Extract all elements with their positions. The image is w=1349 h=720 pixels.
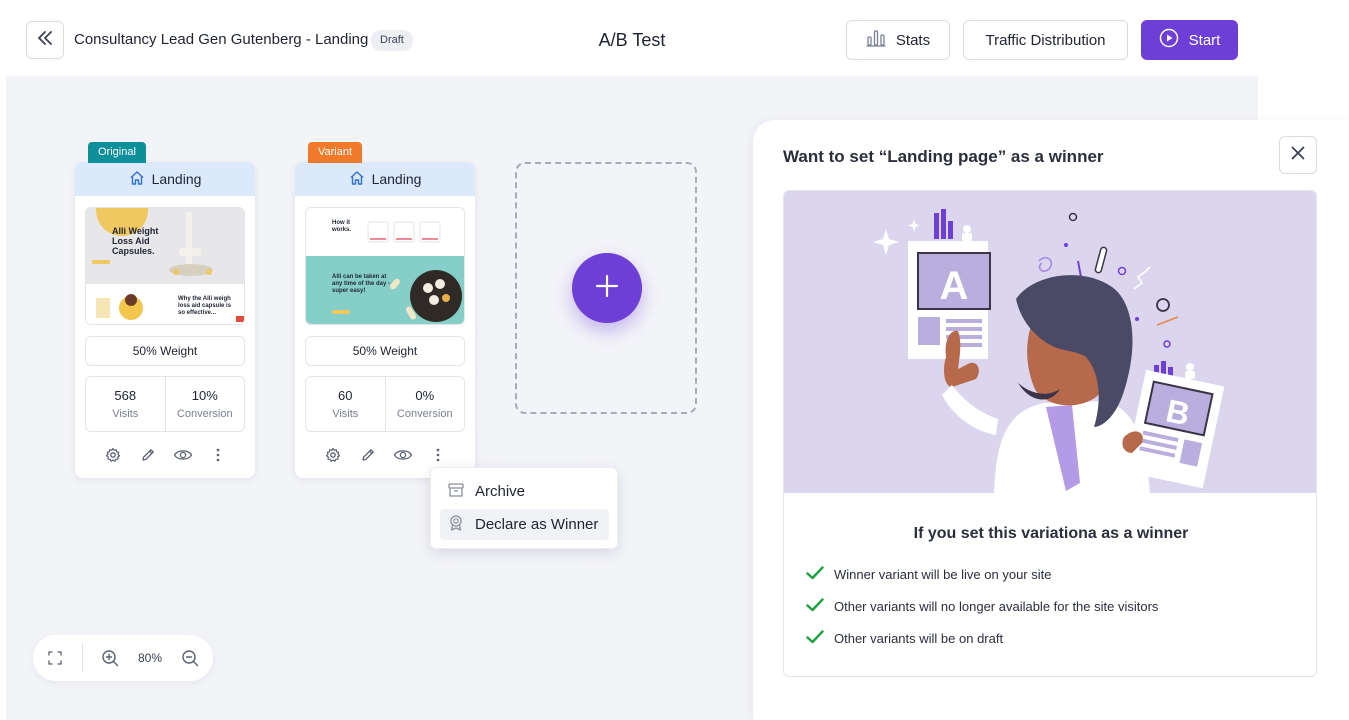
visits-metric: 60 Visits (306, 377, 385, 431)
metrics-box: 60 Visits 0% Conversion (305, 376, 465, 432)
page-thumbnail[interactable]: Alli Weight Loss Aid Capsules. Why the A… (85, 207, 245, 325)
card-title: Landing (371, 171, 422, 187)
conversion-metric: 10% Conversion (164, 377, 245, 431)
conversion-label: Conversion (176, 408, 233, 420)
pencil-icon[interactable] (358, 445, 378, 465)
card-actions (295, 444, 475, 466)
conversion-value: 10% (191, 388, 218, 403)
eye-icon[interactable] (173, 445, 193, 465)
home-icon (129, 170, 145, 189)
menu-item-declare-winner[interactable]: Declare as Winner (440, 509, 609, 540)
declare-winner-label: Declare as Winner (475, 516, 599, 533)
gear-icon[interactable] (323, 445, 343, 465)
gear-icon[interactable] (103, 445, 123, 465)
panel-title: Want to set “Landing page” as a winner (783, 147, 1104, 166)
home-icon (349, 170, 365, 189)
archive-icon (447, 481, 465, 503)
card-header: Landing (75, 162, 255, 196)
award-icon (447, 514, 465, 536)
ab-test-illustration: A B (784, 191, 1316, 493)
menu-item-archive[interactable]: Archive (440, 476, 609, 507)
check-icon (806, 630, 824, 647)
traffic-distribution-button[interactable]: Traffic Distribution (963, 20, 1128, 60)
declare-winner-panel: Want to set “Landing page” as a winner A… (753, 120, 1349, 720)
visits-value: 60 (338, 388, 353, 403)
card-header: Landing (295, 162, 475, 196)
plus-icon (595, 274, 619, 303)
card-actions (75, 444, 255, 466)
visits-metric: 568 Visits (86, 377, 165, 431)
thumbnail-headline: How it works. (332, 220, 352, 233)
visits-value: 568 (114, 388, 137, 403)
visits-label: Visits (112, 408, 139, 420)
visits-label: Visits (332, 408, 359, 420)
check-text: Other variants will be on draft (834, 631, 1004, 646)
panel-content-box: A B If you set this variationa as a winn… (783, 190, 1317, 677)
conversion-value: 0% (415, 388, 435, 403)
zoom-level: 80% (137, 651, 163, 665)
thumbnail-preview (306, 208, 464, 324)
close-button[interactable] (1279, 136, 1317, 174)
metrics-box: 568 Visits 10% Conversion (85, 376, 245, 432)
check-text: Other variants will no longer available … (834, 599, 1159, 614)
original-tag: Original (88, 142, 146, 163)
eye-icon[interactable] (393, 445, 413, 465)
zoom-out-icon[interactable] (174, 646, 206, 670)
svg-text:A: A (940, 264, 969, 308)
zoom-divider (82, 643, 83, 673)
variant-card-original[interactable]: Original Landing Alli Weight Loss Aid Ca… (75, 142, 255, 478)
variant-tag: Variant (308, 142, 363, 163)
check-item: Other variants will be on draft (806, 630, 1003, 647)
zoom-in-icon[interactable] (94, 646, 126, 670)
weight-field[interactable]: 50% Weight (305, 336, 465, 366)
check-item: Other variants will no longer available … (806, 598, 1158, 615)
start-label: Start (1188, 31, 1221, 49)
check-item: Winner variant will be live on your site (806, 566, 1051, 583)
conversion-label: Conversion (396, 408, 453, 420)
thumbnail-subtext: Why the Alli weigh loss aid capsule is s… (178, 296, 232, 316)
check-icon (806, 566, 824, 583)
page-thumbnail[interactable]: How it works. Alli can be taken at any t… (305, 207, 465, 325)
archive-label: Archive (475, 483, 526, 500)
start-button[interactable]: Start (1141, 20, 1238, 60)
check-text: Winner variant will be live on your site (834, 567, 1052, 582)
bar-chart-icon (866, 29, 886, 51)
kebab-icon[interactable] (428, 445, 448, 465)
variant-context-menu: Archive Declare as Winner (430, 467, 618, 549)
add-variant-dropzone[interactable] (515, 162, 697, 414)
play-circle-icon (1159, 28, 1179, 52)
add-variant-button[interactable] (572, 253, 642, 323)
check-icon (806, 598, 824, 615)
close-icon (1291, 146, 1305, 165)
conversion-metric: 0% Conversion (384, 377, 465, 431)
pencil-icon[interactable] (138, 445, 158, 465)
stats-label: Stats (895, 31, 931, 49)
traffic-distribution-label: Traffic Distribution (985, 31, 1106, 49)
kebab-icon[interactable] (208, 445, 228, 465)
card-title: Landing (151, 171, 202, 187)
stats-button[interactable]: Stats (846, 20, 950, 60)
top-bar: Consultancy Lead Gen Gutenberg - Landing… (0, 0, 1349, 76)
zoom-controls: 80% (33, 635, 213, 681)
variant-card-variant[interactable]: Variant Landing How it works. Alli can b… (295, 142, 475, 478)
thumbnail-headline: Alli Weight Loss Aid Capsules. (112, 226, 159, 256)
info-title: If you set this variationa as a winner (913, 525, 1189, 542)
fullscreen-icon[interactable] (45, 649, 65, 667)
thumbnail-subtext: Alli can be taken at any time of the day… (332, 274, 391, 294)
weight-field[interactable]: 50% Weight (85, 336, 245, 366)
